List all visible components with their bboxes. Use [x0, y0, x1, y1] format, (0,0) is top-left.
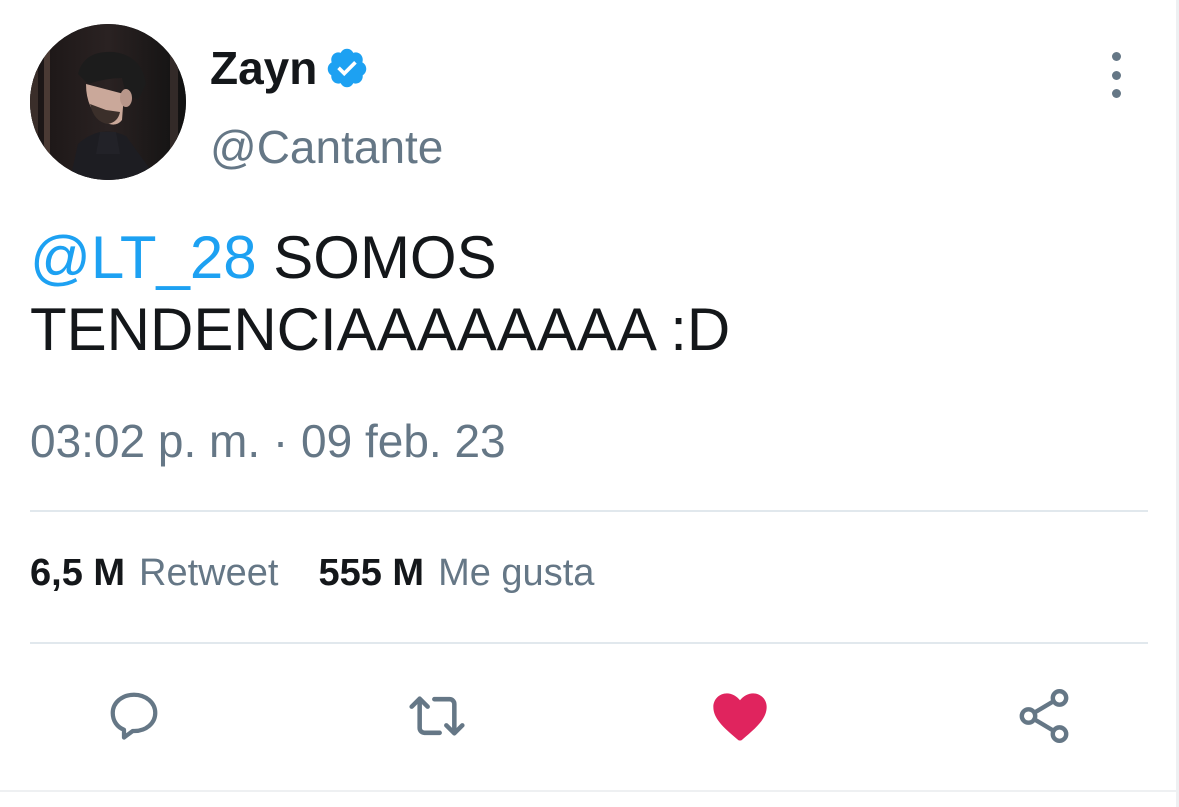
profile-photo-icon — [30, 24, 186, 180]
like-button[interactable] — [708, 684, 772, 748]
share-button[interactable] — [1012, 684, 1076, 748]
likes-count[interactable]: 555 M — [318, 552, 424, 595]
share-icon — [1019, 689, 1069, 743]
mention-link[interactable]: @LT_28 — [30, 224, 257, 291]
tweet-text-line2: TENDENCIAAAAAAAA :D — [30, 296, 731, 363]
name-row: Zayn — [210, 38, 369, 98]
divider — [30, 510, 1148, 512]
avatar[interactable] — [30, 24, 186, 180]
reply-button[interactable] — [102, 684, 166, 748]
reply-icon — [110, 692, 158, 740]
likes-label[interactable]: Me gusta — [438, 552, 594, 595]
divider — [30, 642, 1148, 644]
more-dot — [1111, 70, 1121, 80]
display-name[interactable]: Zayn — [210, 41, 317, 95]
user-handle[interactable]: @Cantante — [210, 120, 443, 174]
retweets-label[interactable]: Retweet — [139, 552, 278, 595]
more-dot — [1111, 52, 1121, 61]
more-options-icon[interactable] — [1096, 52, 1136, 98]
retweets-count[interactable]: 6,5 M — [30, 552, 125, 595]
bottom-border — [0, 790, 1179, 792]
timestamp[interactable]: 03:02 p. m. · 09 feb. 23 — [30, 414, 506, 468]
tweet-card: Zayn @Cantante @LT_28 SOMOS TENDENCIAAAA… — [0, 0, 1179, 807]
retweet-icon — [409, 696, 465, 736]
more-dot — [1111, 89, 1121, 98]
tweet-text: @LT_28 SOMOS TENDENCIAAAAAAAA :D — [30, 222, 1130, 366]
retweet-button[interactable] — [405, 684, 469, 748]
heart-icon — [713, 693, 767, 741]
verified-badge-icon — [328, 48, 367, 88]
tweet-text-line1: SOMOS — [256, 224, 497, 291]
engagement-stats: 6,5 M Retweet 555 M Me gusta — [30, 552, 594, 595]
